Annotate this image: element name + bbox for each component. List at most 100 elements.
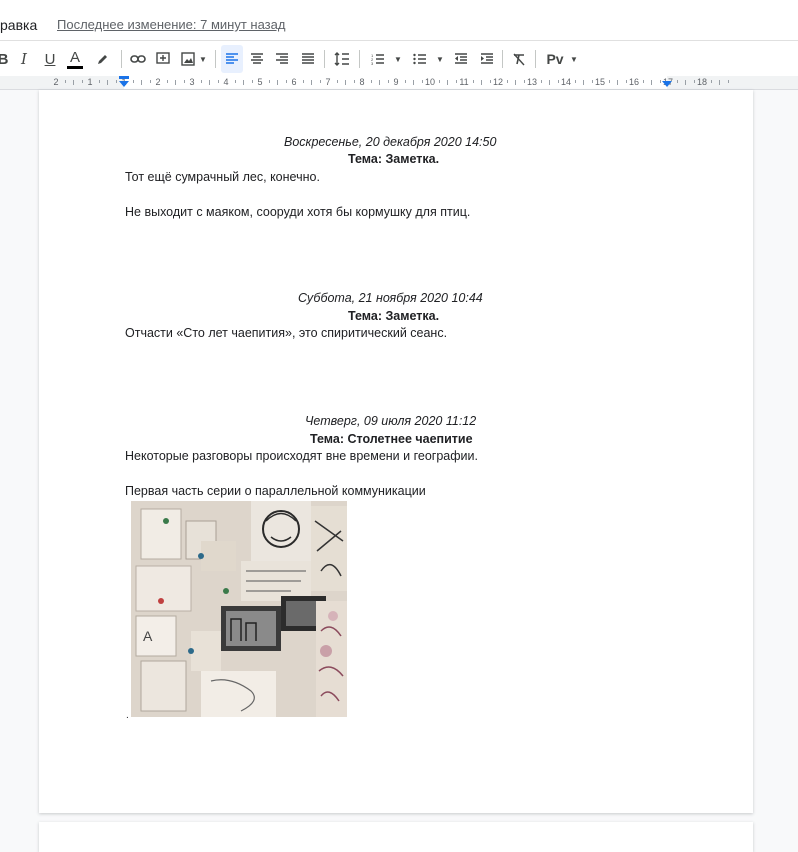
ruler-tick [549, 80, 550, 85]
ruler-tick [141, 80, 142, 85]
ruler-tick [149, 80, 151, 83]
entry-text: Первая часть серии о параллельной коммун… [125, 484, 426, 498]
insert-link-button[interactable] [127, 45, 149, 73]
ruler-number: 16 [628, 77, 640, 87]
svg-text:3: 3 [371, 61, 374, 65]
ruler-tick [132, 80, 134, 83]
ruler-tick [175, 80, 176, 85]
toolbar-separator [215, 50, 216, 68]
ruler-tick [200, 80, 202, 83]
ruler-tick [447, 80, 448, 85]
ruler-tick [251, 80, 253, 83]
align-left-icon [226, 53, 238, 64]
decrease-indent-button[interactable] [450, 45, 472, 73]
ruler-tick [583, 80, 584, 85]
left-indent-marker-icon[interactable] [118, 76, 130, 89]
link-icon [130, 55, 146, 63]
ruler-number: 13 [526, 77, 538, 87]
document-page-next[interactable] [39, 822, 753, 852]
ruler-tick [217, 80, 219, 83]
indent-decrease-icon [455, 53, 467, 64]
bulleted-list-icon [413, 53, 426, 65]
line-spacing-icon [334, 52, 349, 66]
text-color-button[interactable]: A [64, 45, 86, 73]
ruler-tick [625, 80, 627, 83]
entry-date: Суббота, 21 ноября 2020 10:44 [298, 291, 483, 305]
justify-button[interactable] [297, 45, 319, 73]
bulleted-list-button[interactable] [409, 45, 431, 73]
menu-bar: равка Последнее изменение: 7 минут назад [0, 0, 798, 40]
clear-formatting-button[interactable] [508, 45, 530, 73]
entry-text: Тот ещё сумрачный лес, конечно. [125, 170, 320, 184]
italic-button[interactable]: I [13, 45, 35, 73]
ruler-number: 18 [696, 77, 708, 87]
ruler-tick [557, 80, 559, 83]
ruler-tick [166, 80, 168, 83]
ruler-tick [98, 80, 100, 83]
insert-image-button[interactable] [177, 45, 199, 73]
align-left-button[interactable] [221, 45, 243, 73]
entry-date: Четверг, 09 июля 2020 11:12 [305, 414, 477, 428]
entry-date: Воскресенье, 20 декабря 2020 14:50 [284, 135, 497, 149]
ruler-tick [183, 80, 185, 83]
menu-edit[interactable]: равка [0, 17, 37, 33]
chevron-down-icon[interactable]: ▼ [198, 45, 208, 73]
ruler-tick [710, 80, 712, 83]
ruler-number: 6 [291, 77, 297, 87]
ruler-number: 4 [223, 77, 229, 87]
ruler-tick [370, 80, 372, 83]
ruler-tick [234, 80, 236, 83]
ruler-tick [591, 80, 593, 83]
right-indent-marker-icon[interactable] [661, 76, 673, 89]
spellcheck-button[interactable]: Pv [544, 45, 566, 73]
comment-add-icon [156, 52, 170, 64]
ruler-tick [311, 80, 312, 85]
ruler-number: 9 [393, 77, 399, 87]
ruler-tick [574, 80, 576, 83]
ruler-tick [81, 80, 83, 83]
ruler-number: 10 [424, 77, 436, 87]
last-edit-link[interactable]: Последнее изменение: 7 минут назад [57, 17, 285, 32]
chevron-down-icon[interactable]: ▼ [435, 45, 445, 73]
ruler-tick [506, 80, 508, 83]
line-spacing-button[interactable] [331, 45, 353, 73]
ruler-tick [455, 80, 457, 83]
ruler-tick [727, 80, 729, 83]
align-center-button[interactable] [246, 45, 268, 73]
entry-subject: Тема: Заметка. [348, 152, 440, 166]
ruler-number: 5 [257, 77, 263, 87]
ruler-tick [379, 80, 380, 85]
ruler-tick [489, 80, 491, 83]
ruler-tick [676, 80, 678, 83]
ruler-number: 2 [155, 77, 161, 87]
ruler-number: 12 [492, 77, 504, 87]
numbered-list-button[interactable]: 123 [367, 45, 389, 73]
ruler-tick [336, 80, 338, 83]
increase-indent-button[interactable] [476, 45, 498, 73]
ruler-tick [642, 80, 644, 83]
align-right-button[interactable] [271, 45, 293, 73]
inline-photo[interactable]: A [131, 501, 347, 717]
ruler-tick [472, 80, 474, 83]
ruler-tick [387, 80, 389, 83]
highlighter-icon [98, 55, 107, 64]
ruler-tick [523, 80, 525, 83]
highlight-color-button[interactable] [92, 45, 114, 73]
ruler-number: 15 [594, 77, 606, 87]
chevron-down-icon[interactable]: ▼ [393, 45, 403, 73]
underline-button[interactable]: U [39, 45, 61, 73]
chevron-down-icon[interactable]: ▼ [569, 45, 579, 73]
add-comment-button[interactable] [152, 45, 174, 73]
ruler-left-margin [0, 76, 124, 89]
ruler-tick [73, 80, 74, 85]
ruler-tick [438, 80, 440, 83]
bold-button[interactable]: B [0, 45, 14, 73]
ruler-tick [345, 80, 346, 85]
align-justify-icon [302, 53, 314, 64]
entry-text: Некоторые разговоры происходят вне време… [125, 449, 478, 463]
ruler-right-margin [667, 76, 798, 89]
ruler-tick [277, 80, 278, 85]
ruler-tick [302, 80, 304, 83]
ruler-tick [421, 80, 423, 83]
entry-text: Не выходит с маяком, сооруди хотя бы кор… [125, 205, 471, 219]
